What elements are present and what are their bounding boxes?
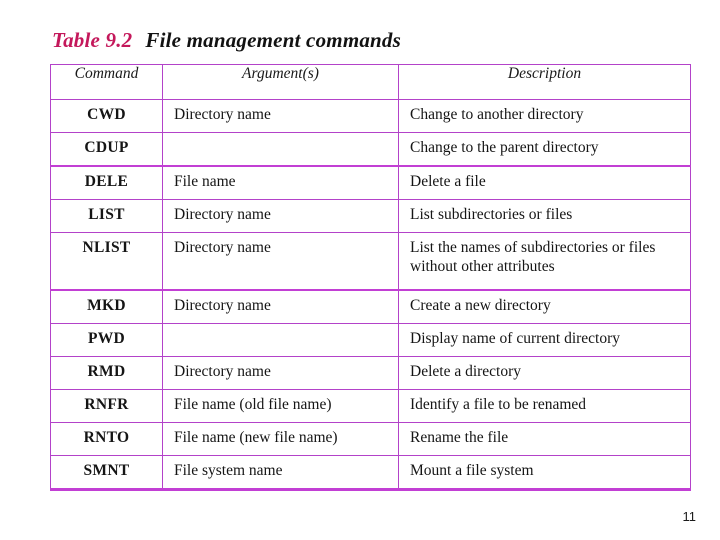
table-row: MKD Directory name Create a new director… [50, 289, 691, 324]
cell-command: MKD [50, 289, 163, 324]
cell-arguments: Directory name [162, 232, 399, 291]
page-number: 11 [682, 509, 697, 524]
cell-description: Delete a file [398, 165, 691, 200]
cell-description: Change to another directory [398, 99, 691, 133]
cell-description: Create a new directory [398, 289, 691, 324]
cell-arguments [162, 323, 399, 357]
cell-command: RMD [50, 356, 163, 390]
table-caption: File management commands [145, 28, 402, 52]
cell-arguments: Directory name [162, 199, 399, 233]
column-header-arguments: Argument(s) [162, 64, 399, 100]
cell-arguments: File name (new file name) [162, 422, 399, 456]
cell-command: RNFR [50, 389, 163, 423]
cell-arguments: Directory name [162, 289, 399, 324]
cell-command: CDUP [50, 132, 163, 167]
cell-arguments: File name (old file name) [162, 389, 399, 423]
cell-description: List subdirectories or files [398, 199, 691, 233]
cell-description: Change to the parent directory [398, 132, 691, 167]
cell-command: LIST [50, 199, 163, 233]
cell-command: SMNT [50, 455, 163, 491]
cell-command: DELE [50, 165, 163, 200]
cell-command: CWD [50, 99, 163, 133]
column-header-command: Command [50, 64, 163, 100]
table-body: CWD Directory name Change to another dir… [50, 99, 691, 491]
table-row: RNFR File name (old file name) Identify … [50, 389, 691, 423]
table-row: RNTO File name (new file name) Rename th… [50, 422, 691, 456]
table-row: LIST Directory name List subdirectories … [50, 199, 691, 233]
file-management-commands-table: Command Argument(s) Description CWD Dire… [50, 64, 691, 491]
cell-description: Rename the file [398, 422, 691, 456]
page-title: Table 9.2 File management commands [52, 28, 401, 53]
cell-command: PWD [50, 323, 163, 357]
table-row: PWD Display name of current directory [50, 323, 691, 357]
cell-arguments [162, 132, 399, 167]
cell-arguments: File name [162, 165, 399, 200]
column-header-description: Description [398, 64, 691, 100]
cell-description: Delete a directory [398, 356, 691, 390]
cell-command: RNTO [50, 422, 163, 456]
table-row: CWD Directory name Change to another dir… [50, 99, 691, 133]
table-row: SMNT File system name Mount a file syste… [50, 455, 691, 491]
table-row: DELE File name Delete a file [50, 165, 691, 200]
table-row: NLIST Directory name List the names of s… [50, 232, 691, 291]
cell-description: Mount a file system [398, 455, 691, 491]
cell-description: List the names of subdirectories or file… [398, 232, 691, 291]
table-header-row: Command Argument(s) Description [50, 64, 691, 100]
cell-arguments: File system name [162, 455, 399, 491]
cell-command: NLIST [50, 232, 163, 291]
cell-arguments: Directory name [162, 99, 399, 133]
table-row: RMD Directory name Delete a directory [50, 356, 691, 390]
table-header: Command Argument(s) Description [50, 64, 691, 100]
cell-description: Display name of current directory [398, 323, 691, 357]
table-number: Table 9.2 [52, 28, 133, 52]
cell-arguments: Directory name [162, 356, 399, 390]
cell-description: Identify a file to be renamed [398, 389, 691, 423]
commands-table: Command Argument(s) Description CWD Dire… [50, 64, 691, 491]
table-row: CDUP Change to the parent directory [50, 132, 691, 167]
